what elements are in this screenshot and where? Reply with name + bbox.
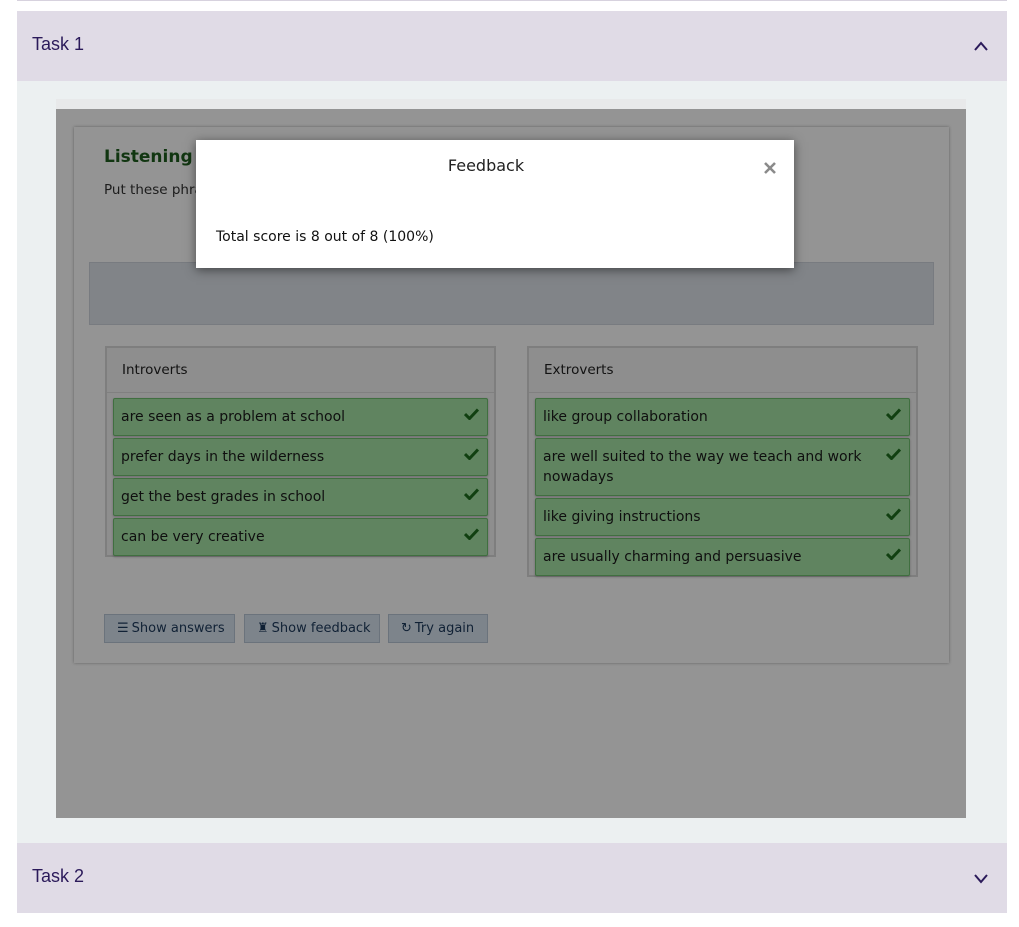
accordion-header-task-1[interactable]: Task 1	[17, 11, 1007, 81]
accordion-header-task-2[interactable]: Task 2	[17, 843, 1007, 913]
accordion-title: Task 1	[32, 34, 85, 54]
chevron-down-icon[interactable]	[973, 872, 989, 884]
chevron-up-icon[interactable]	[973, 40, 989, 52]
frame-top-bar	[56, 99, 966, 109]
dialog-title: Feedback	[447, 156, 525, 175]
accordion-title: Task 2	[32, 866, 85, 886]
close-icon[interactable]	[762, 160, 778, 176]
top-divider	[17, 0, 1007, 1]
feedback-dialog: Feedback Total score is 8 out of 8 (100%…	[196, 140, 794, 268]
score-text: Total score is 8 out of 8 (100%)	[216, 229, 434, 245]
